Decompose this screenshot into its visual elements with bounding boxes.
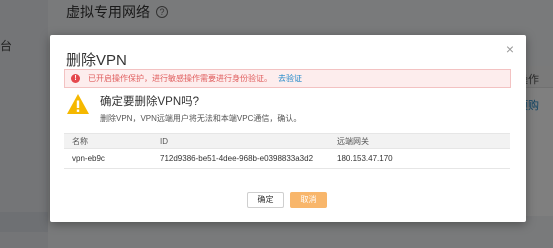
column-header-id: ID (152, 133, 329, 149)
confirm-title: 确定要删除VPN吗? (100, 96, 200, 108)
protection-alert: ! 已开启操作保护，进行敏感操作需要进行身份验证。 去验证 (64, 69, 511, 88)
warning-icon (67, 94, 89, 114)
confirm-description: 删除VPN，VPN远端用户将无法和本端VPC通信，确认。 (100, 114, 302, 123)
verify-link[interactable]: 去验证 (278, 73, 302, 84)
table-header-row: 名称 ID 远端网关 (64, 133, 510, 149)
cancel-button[interactable]: 取消 (290, 192, 327, 208)
alert-message: 已开启操作保护，进行敏感操作需要进行身份验证。 (88, 74, 272, 83)
vpn-table: 名称 ID 远端网关 vpn-eb9c 712d9386-be51-4dee-9… (64, 133, 510, 169)
remote-gateway-cell: 180.153.47.170 (329, 148, 510, 169)
error-icon: ! (71, 74, 80, 83)
close-icon[interactable]: × (506, 42, 514, 56)
dialog-title: 删除VPN (66, 52, 127, 69)
vpn-id-cell: 712d9386-be51-4dee-968b-e0398833a3d2 (152, 148, 329, 169)
vpn-name-cell: vpn-eb9c (64, 148, 152, 169)
table-row: vpn-eb9c 712d9386-be51-4dee-968b-e039883… (64, 148, 510, 169)
confirm-button[interactable]: 确定 (247, 192, 284, 208)
delete-vpn-dialog: 删除VPN × ! 已开启操作保护，进行敏感操作需要进行身份验证。 去验证 确定… (50, 35, 526, 222)
confirm-section: 确定要删除VPN吗? 删除VPN，VPN远端用户将无法和本端VPC通信，确认。 (66, 93, 301, 124)
column-header-name: 名称 (64, 133, 152, 149)
column-header-remote-gateway: 远端网关 (329, 133, 510, 149)
